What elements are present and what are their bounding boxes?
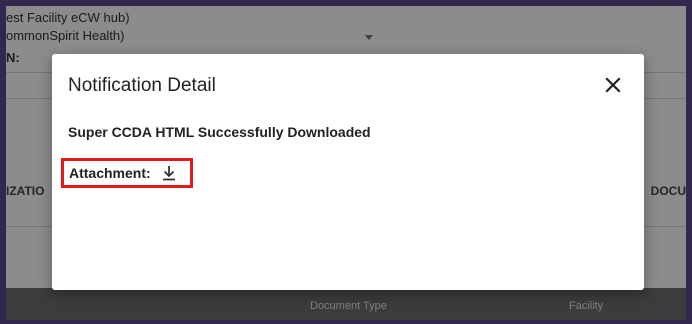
close-button[interactable] <box>600 72 626 98</box>
notification-message: Super CCDA HTML Successfully Downloaded <box>68 124 371 140</box>
dialog-title: Notification Detail <box>68 75 216 96</box>
download-icon <box>162 166 175 181</box>
close-icon <box>605 77 621 93</box>
download-attachment-button[interactable] <box>160 164 178 182</box>
notification-detail-dialog: Notification Detail Super CCDA HTML Succ… <box>52 54 644 290</box>
attachment-row: Attachment: <box>61 158 193 188</box>
attachment-label: Attachment: <box>69 165 151 181</box>
